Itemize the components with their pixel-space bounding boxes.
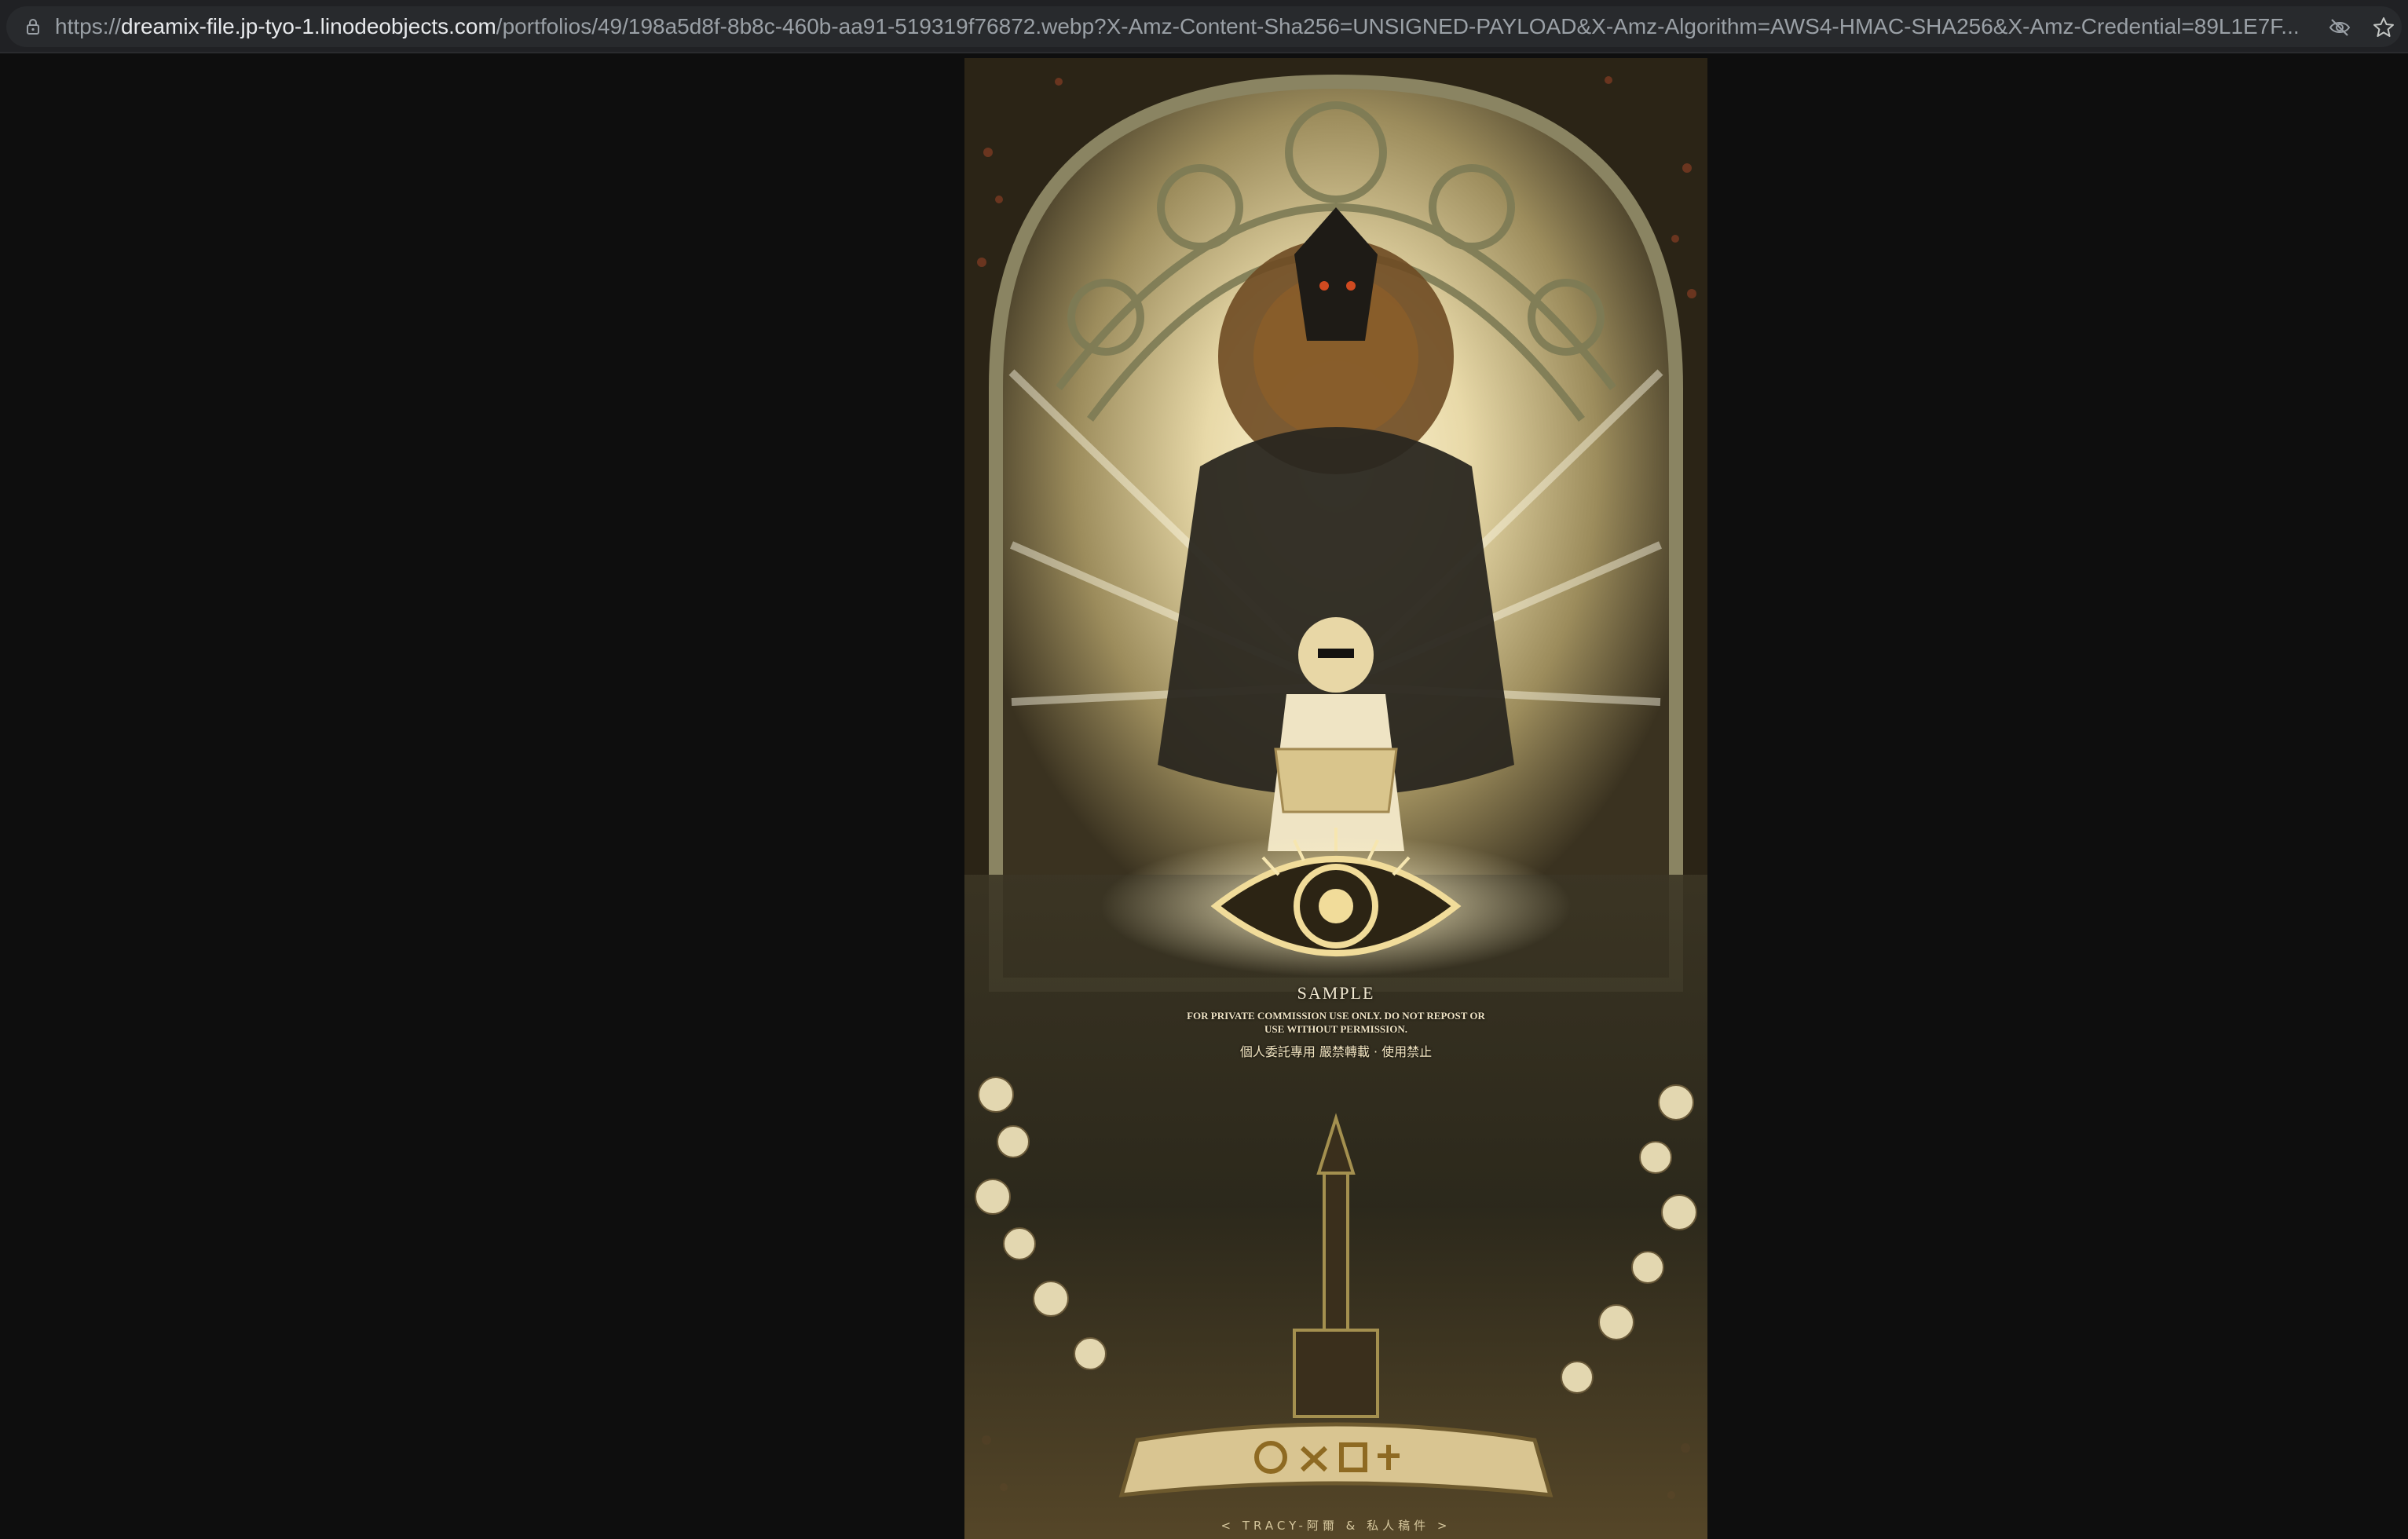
star-icon[interactable]	[2372, 16, 2395, 39]
artwork-image[interactable]: SAMPLE FOR PRIVATE COMMISSION USE ONLY. …	[964, 58, 1707, 1539]
address-bar[interactable]: https://dreamix-file.jp-tyo-1.linodeobje…	[6, 6, 2402, 47]
watermark-title: SAMPLE	[1297, 983, 1375, 1003]
browser-toolbar: https://dreamix-file.jp-tyo-1.linodeobje…	[0, 0, 2408, 53]
url-path: /portfolios/49/198a5d8f-8b8c-460b-aa91-5…	[496, 14, 2300, 38]
image-viewer: SAMPLE FOR PRIVATE COMMISSION USE ONLY. …	[0, 53, 2408, 1539]
url-text[interactable]: https://dreamix-file.jp-tyo-1.linodeobje…	[55, 14, 2301, 39]
artist-credit: < TRACY-阿爾 & 私人稿件 >	[1220, 1519, 1451, 1533]
watermark-notice-chinese: 個人委託專用 嚴禁轉載 · 使用禁止	[1239, 1044, 1433, 1059]
url-host: dreamix-file.jp-tyo-1.linodeobjects.com	[121, 14, 496, 38]
watermark-notice-line1: FOR PRIVATE COMMISSION USE ONLY. DO NOT …	[1187, 1010, 1485, 1022]
eye-off-icon[interactable]	[2328, 16, 2351, 39]
lock-icon[interactable]	[24, 17, 42, 36]
artwork-illustration	[964, 58, 1707, 1539]
watermark-notice-line2: USE WITHOUT PERMISSION.	[1264, 1023, 1407, 1035]
url-scheme: https://	[55, 14, 122, 38]
